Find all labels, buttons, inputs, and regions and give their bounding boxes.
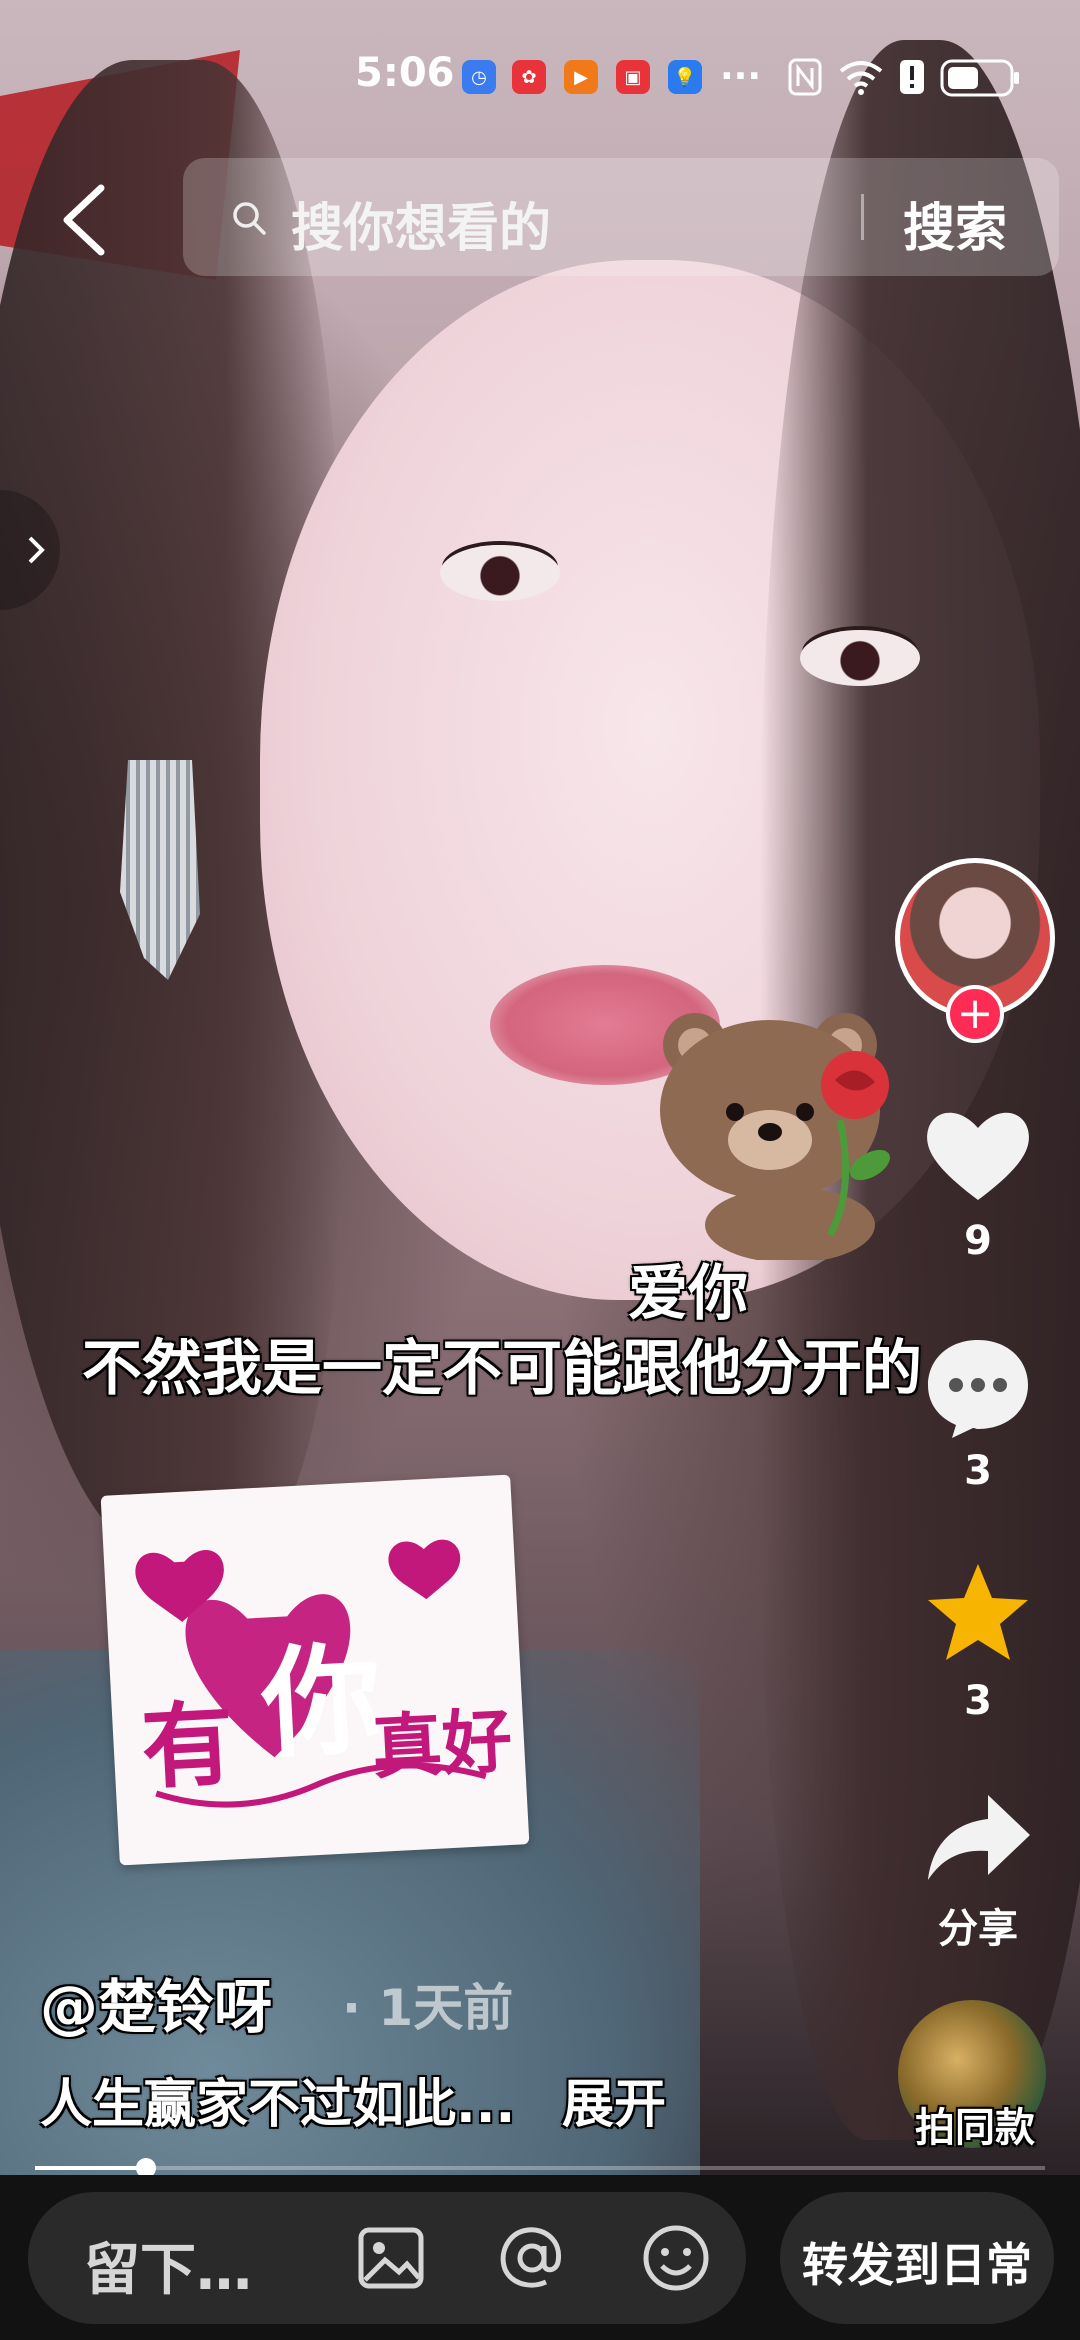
sticker-text-zhenhao: 真好 [369, 1698, 515, 1790]
notification-icon [900, 60, 924, 94]
back-button[interactable] [55, 180, 115, 260]
sticker-text-you: 有 [139, 1689, 237, 1803]
author-name[interactable]: @楚铃呀 [40, 1960, 272, 2044]
sticker-text-ni: 你 [258, 1628, 386, 1776]
love-sticker: 有 你 真好 [100, 1474, 530, 1866]
comment-button[interactable] [918, 1330, 1038, 1440]
like-count: 9 [964, 1218, 992, 1264]
battery-icon [940, 59, 1019, 97]
status-time: 5:06 [355, 50, 455, 96]
emoji-icon[interactable] [640, 2222, 712, 2294]
video-app-icon: ▶ [564, 60, 598, 94]
mention-icon[interactable] [496, 2222, 568, 2294]
status-bar: 5:06 ◷ ✿ ▶ ▣ 💡 ··· [0, 0, 1080, 150]
favorite-count: 3 [964, 1678, 992, 1724]
subtitle-text: 不然我是一定不可能跟他分开的 [82, 1334, 922, 1404]
nfc-icon [788, 58, 822, 96]
status-overflow: ··· [720, 56, 762, 97]
search-divider [861, 194, 864, 240]
search-bar[interactable]: 搜你想看的 搜索 [183, 158, 1059, 276]
wifi-icon [839, 61, 883, 95]
left-eye [440, 545, 560, 601]
share-label: 分享 [938, 1906, 1018, 1952]
huawei-icon: ✿ [512, 60, 546, 94]
share-to-daily-label[interactable]: 转发到日常 [780, 2229, 1054, 2295]
comment-placeholder[interactable]: 留下… [84, 2225, 252, 2306]
bulb-icon: 💡 [668, 60, 702, 94]
video-description: 人生赢家不过如此... [40, 2075, 516, 2135]
like-button[interactable] [918, 1100, 1038, 1210]
bear-rose-sticker [660, 1013, 890, 1260]
chevron-right-icon [28, 536, 45, 564]
progress-track[interactable] [35, 2166, 1045, 2170]
same-style-label[interactable]: 拍同款 [880, 2095, 1070, 2153]
reader-app-icon: ▣ [616, 60, 650, 94]
comment-count: 3 [964, 1448, 992, 1494]
search-icon [233, 202, 266, 235]
expand-button[interactable]: 展开 [562, 2062, 666, 2137]
search-button[interactable]: 搜索 [903, 186, 1007, 261]
search-input[interactable]: 搜你想看的 [291, 186, 551, 261]
follow-button[interactable]: + [946, 985, 1004, 1043]
subtitle-top: 爱你 [628, 1259, 748, 1329]
favorite-button[interactable] [918, 1558, 1038, 1668]
post-time: · 1天前 [342, 1979, 514, 2037]
progress-fill [35, 2166, 146, 2170]
right-eye [800, 630, 920, 686]
image-icon[interactable] [355, 2222, 427, 2294]
alarm-icon: ◷ [462, 60, 496, 94]
share-button[interactable] [918, 1785, 1038, 1895]
